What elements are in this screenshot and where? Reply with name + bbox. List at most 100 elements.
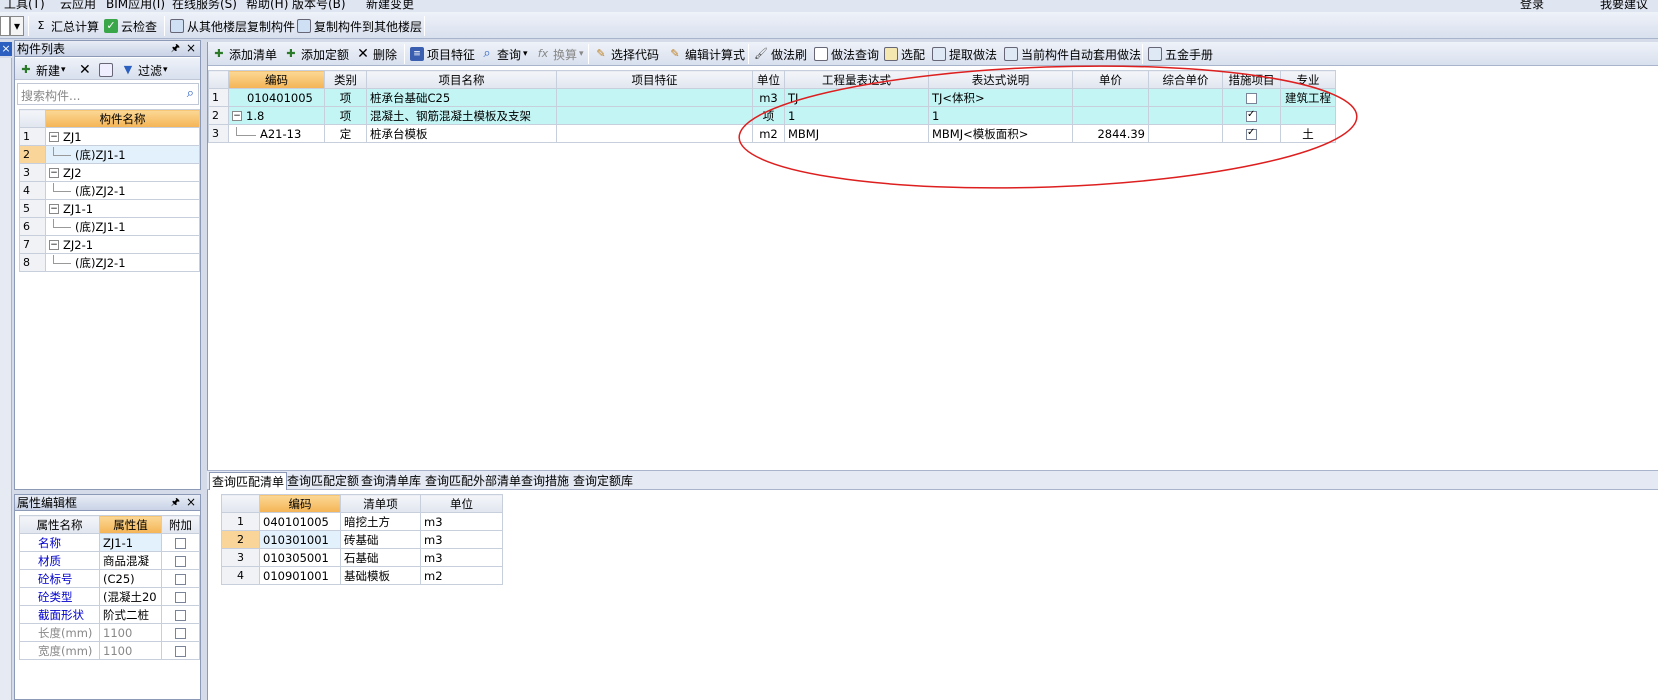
menu-tools[interactable]: 工具(T) (4, 0, 45, 12)
component-name-cell[interactable]: (底)ZJ1-1 (45, 145, 200, 164)
column-header-query-unit[interactable]: 单位 (420, 494, 503, 513)
menu-login[interactable]: 登录 (1520, 0, 1544, 12)
type-cell[interactable]: 项 (324, 106, 367, 125)
property-row[interactable]: 长度(mm) 1100 (19, 623, 200, 642)
property-row[interactable]: 宽度(mm) 1100 (19, 641, 200, 660)
collapse-icon[interactable]: − (49, 132, 59, 142)
dropdown-stub[interactable] (0, 16, 10, 36)
add-list-button[interactable]: ✚ 添加清单 (212, 44, 277, 64)
delete-button[interactable]: ✕ 删除 (356, 44, 397, 64)
component-row[interactable]: 1− ZJ1 (19, 127, 200, 146)
property-value[interactable]: (C25) (99, 569, 162, 588)
close-icon[interactable]: × (186, 494, 196, 510)
query-tab[interactable]: 查询清单库 (359, 472, 423, 490)
column-header-list-item[interactable]: 清单项 (340, 494, 421, 513)
search-input[interactable]: 搜索构件... ⌕ (17, 83, 199, 105)
query-tab[interactable]: 查询匹配清单 (209, 472, 288, 490)
menu-cloud[interactable]: 云应用 (60, 0, 96, 12)
property-value[interactable]: 1100 (99, 623, 162, 642)
item-name-cell[interactable]: 桩承台基础C25 (366, 88, 557, 107)
query-tab[interactable]: 查询匹配外部清单 (423, 472, 523, 490)
column-header-name[interactable]: 构件名称 (45, 109, 200, 128)
query-code-cell[interactable]: 010305001 (259, 548, 341, 567)
list-item-cell[interactable]: 暗挖土方 (340, 512, 421, 531)
query-unit-cell[interactable]: m2 (420, 566, 503, 585)
delete-icon[interactable]: ✕ (79, 60, 91, 80)
item-feature-cell[interactable] (556, 88, 753, 107)
pin-icon[interactable]: 🖈 (171, 495, 180, 511)
item-name-cell[interactable]: 混凝土、钢筋混凝土模板及支架 (366, 106, 557, 125)
cloud-check-button[interactable]: ✓ 云检查 (104, 16, 157, 36)
pin-icon[interactable]: 🖈 (171, 41, 180, 57)
component-row[interactable]: 3− ZJ2 (19, 163, 200, 182)
query-tab[interactable]: 查询匹配定额 (285, 472, 361, 490)
list-item-cell[interactable]: 石基础 (340, 548, 421, 567)
column-header-type[interactable]: 类别 (324, 70, 367, 89)
menu-online[interactable]: 在线服务(S) (172, 0, 237, 12)
item-feature-cell[interactable] (556, 124, 753, 143)
chevron-down-icon[interactable]: ▾ (10, 16, 24, 36)
close-icon[interactable]: × (0, 42, 12, 56)
component-row[interactable]: 8 (底)ZJ2-1 (19, 253, 200, 272)
component-name-cell[interactable]: (底)ZJ1-1 (45, 217, 200, 236)
search-icon[interactable]: ⌕ (187, 86, 194, 101)
property-row[interactable]: 材质 商品混凝 (19, 551, 200, 570)
select-code-button[interactable]: ✎ 选择代码 (594, 44, 659, 64)
close-icon[interactable]: × (186, 40, 196, 56)
copy-from-floors-button[interactable]: 从其他楼层复制构件 (170, 16, 295, 36)
component-name-cell[interactable]: − ZJ1 (45, 127, 200, 146)
code-cell[interactable]: A21-13 (228, 124, 325, 143)
component-row[interactable]: 4 (底)ZJ2-1 (19, 181, 200, 200)
code-cell[interactable]: 010401005 (228, 88, 325, 107)
query-code-cell[interactable]: 010301001 (259, 530, 341, 549)
query-unit-cell[interactable]: m3 (420, 530, 503, 549)
property-row[interactable]: 砼类型 (混凝土20 (19, 587, 200, 606)
query-code-cell[interactable]: 010901001 (259, 566, 341, 585)
list-item-cell[interactable]: 砖基础 (340, 530, 421, 549)
component-name-cell[interactable]: − ZJ1-1 (45, 199, 200, 218)
component-row[interactable]: 7− ZJ2-1 (19, 235, 200, 254)
query-code-cell[interactable]: 040101005 (259, 512, 341, 531)
convert-button[interactable]: fx 换算 ▾ (536, 44, 584, 64)
menu-help[interactable]: 帮助(H) (246, 0, 288, 12)
component-row[interactable]: 5− ZJ1-1 (19, 199, 200, 218)
property-value[interactable]: (混凝土20 (99, 587, 162, 606)
copy-to-floors-button[interactable]: 复制构件到其他楼层 (297, 16, 422, 36)
property-value[interactable]: 1100 (99, 641, 162, 660)
type-cell[interactable]: 定 (324, 124, 367, 143)
query-button[interactable]: ⌕ 查询 ▾ (480, 44, 527, 64)
column-header-item-name[interactable]: 项目名称 (366, 70, 557, 89)
component-row[interactable]: 6 (底)ZJ1-1 (19, 217, 200, 236)
query-tab[interactable]: 查询定额库 (571, 472, 635, 490)
menu-version[interactable]: 版本号(B) (292, 0, 346, 12)
property-row[interactable]: 砼标号 (C25) (19, 569, 200, 588)
component-name-cell[interactable]: − ZJ2-1 (45, 235, 200, 254)
extra-checkbox[interactable] (175, 609, 186, 621)
query-row[interactable]: 3 010305001 石基础 m3 (221, 548, 503, 567)
collapse-icon[interactable]: − (232, 111, 242, 121)
menu-new-change[interactable]: 新建变更 (366, 0, 414, 12)
new-component-button[interactable]: ✚ 新建 ▾ (19, 60, 65, 80)
component-name-cell[interactable]: (底)ZJ2-1 (45, 181, 200, 200)
extra-checkbox[interactable] (175, 537, 186, 549)
extra-checkbox[interactable] (175, 591, 186, 603)
add-quota-button[interactable]: ✚ 添加定额 (284, 44, 349, 64)
code-cell[interactable]: −1.8 (228, 106, 325, 125)
column-header-query-code[interactable]: 编码 (259, 494, 341, 513)
query-unit-cell[interactable]: m3 (420, 512, 503, 531)
component-row[interactable]: 2 (底)ZJ1-1 (19, 145, 200, 164)
list-item-cell[interactable]: 基础模板 (340, 566, 421, 585)
property-value[interactable]: 阶式二桩 (99, 605, 162, 624)
extra-checkbox[interactable] (175, 555, 186, 567)
property-row[interactable]: 名称 ZJ1-1 (19, 533, 200, 552)
component-name-cell[interactable]: (底)ZJ2-1 (45, 253, 200, 272)
query-row[interactable]: 1 040101005 暗挖土方 m3 (221, 512, 503, 531)
property-value[interactable]: ZJ1-1 (99, 533, 162, 552)
item-name-cell[interactable]: 桩承台模板 (366, 124, 557, 143)
filter-button[interactable]: ▼ 过滤 ▾ (121, 60, 168, 80)
copy-icon[interactable] (99, 60, 116, 80)
extra-checkbox[interactable] (175, 573, 186, 585)
collapse-icon[interactable]: − (49, 204, 59, 214)
column-header-code[interactable]: 编码 (228, 70, 325, 89)
property-value[interactable]: 商品混凝 (99, 551, 162, 570)
